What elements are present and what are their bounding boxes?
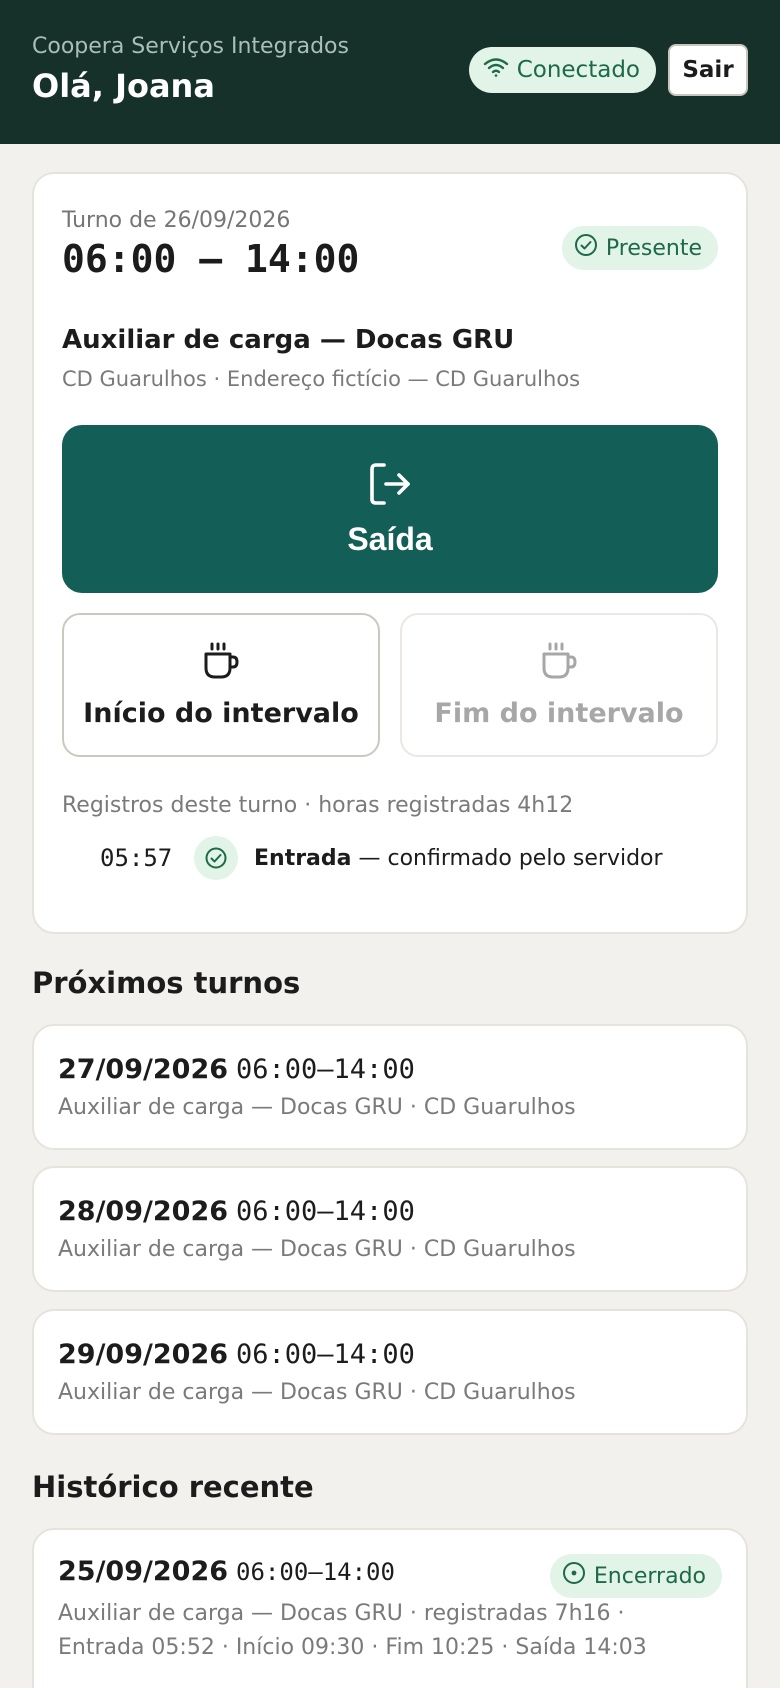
connection-status-badge: Conectado — [468, 47, 656, 93]
record-type: Entrada — [254, 845, 352, 871]
greeting: Olá, Joana — [32, 67, 215, 105]
record-text: Entrada — confirmado pelo servidor — [254, 846, 663, 871]
upcoming-line: 28/09/2026 06:00–14:00 — [58, 1196, 722, 1227]
record-item: 05:57 Entrada — confirmado pelo servidor — [62, 836, 718, 880]
upcoming-shift-item[interactable]: 28/09/2026 06:00–14:00 Auxiliar de carga… — [32, 1166, 748, 1292]
break-start-label: Início do intervalo — [83, 698, 359, 729]
upcoming-date: 28/09/2026 — [58, 1196, 229, 1227]
company-name: Coopera Serviços Integrados — [32, 34, 349, 59]
header-titles: Coopera Serviços Integrados Olá, Joana — [32, 30, 349, 105]
history-item[interactable]: 25/09/2026 06:00–14:00 Encerrado Auxilia… — [32, 1528, 748, 1688]
history-time: 06:00–14:00 — [236, 1558, 395, 1586]
upcoming-sub: Auxiliar de carga — Docas GRU · CD Guaru… — [58, 1380, 576, 1405]
upcoming-time: 06:00–14:00 — [236, 1339, 415, 1370]
role-title: Auxiliar de carga — Docas GRU — [62, 325, 515, 355]
coffee-icon — [539, 641, 579, 688]
location: CD Guarulhos · Endereço fictício — CD Gu… — [62, 367, 581, 391]
history-title: Histórico recente — [32, 1470, 314, 1504]
upcoming-line: 29/09/2026 06:00–14:00 — [58, 1339, 722, 1370]
upcoming-time: 06:00–14:00 — [236, 1054, 415, 1085]
record-detail: — confirmado pelo servidor — [351, 845, 663, 871]
wifi-icon — [483, 56, 509, 84]
connection-label: Conectado — [516, 57, 640, 83]
coffee-icon — [201, 641, 241, 688]
break-actions: Início do intervalo Fim do intervalo — [62, 613, 718, 757]
upcoming-sub: Auxiliar de carga — Docas GRU · CD Guaru… — [58, 1095, 576, 1120]
current-shift-card: Turno de 26/09/2026 06:00 – 14:00 Presen… — [32, 172, 748, 934]
clock-out-label: Saída — [347, 521, 433, 557]
upcoming-line: 27/09/2026 06:00–14:00 — [58, 1054, 722, 1085]
upcoming-date: 27/09/2026 — [58, 1054, 229, 1085]
break-start-button[interactable]: Início do intervalo — [62, 613, 380, 757]
upcoming-shift-item[interactable]: 27/09/2026 06:00–14:00 Auxiliar de carga… — [32, 1024, 748, 1150]
history-status-label: Encerrado — [593, 1563, 706, 1589]
upcoming-shift-item[interactable]: 29/09/2026 06:00–14:00 Auxiliar de carga… — [32, 1309, 748, 1435]
app-header: Coopera Serviços Integrados Olá, Joana C… — [0, 0, 780, 144]
check-circle-icon — [574, 233, 598, 263]
upcoming-time: 06:00–14:00 — [236, 1196, 415, 1227]
status-badge: Encerrado — [549, 1554, 722, 1598]
log-out-icon — [366, 460, 414, 511]
check-circle-icon — [194, 836, 238, 880]
status-badge: Presente — [561, 226, 718, 270]
history-sub: Auxiliar de carga — Docas GRU · registra… — [58, 1601, 647, 1660]
upcoming-sub: Auxiliar de carga — Docas GRU · CD Guaru… — [58, 1237, 576, 1262]
clock-out-button[interactable]: Saída — [62, 425, 718, 593]
break-end-label: Fim do intervalo — [434, 698, 684, 729]
break-end-button[interactable]: Fim do intervalo — [400, 613, 718, 757]
record-time: 05:57 — [100, 844, 173, 872]
stop-circle-icon — [562, 1561, 586, 1591]
logout-button[interactable]: Sair — [668, 44, 748, 96]
status-label: Presente — [605, 235, 702, 261]
upcoming-title: Próximos turnos — [32, 966, 301, 1000]
records-title: Registros deste turno · horas registrada… — [62, 793, 574, 818]
upcoming-date: 29/09/2026 — [58, 1339, 229, 1370]
header-actions: Conectado Sair — [468, 44, 748, 96]
history-date: 25/09/2026 — [58, 1556, 229, 1587]
